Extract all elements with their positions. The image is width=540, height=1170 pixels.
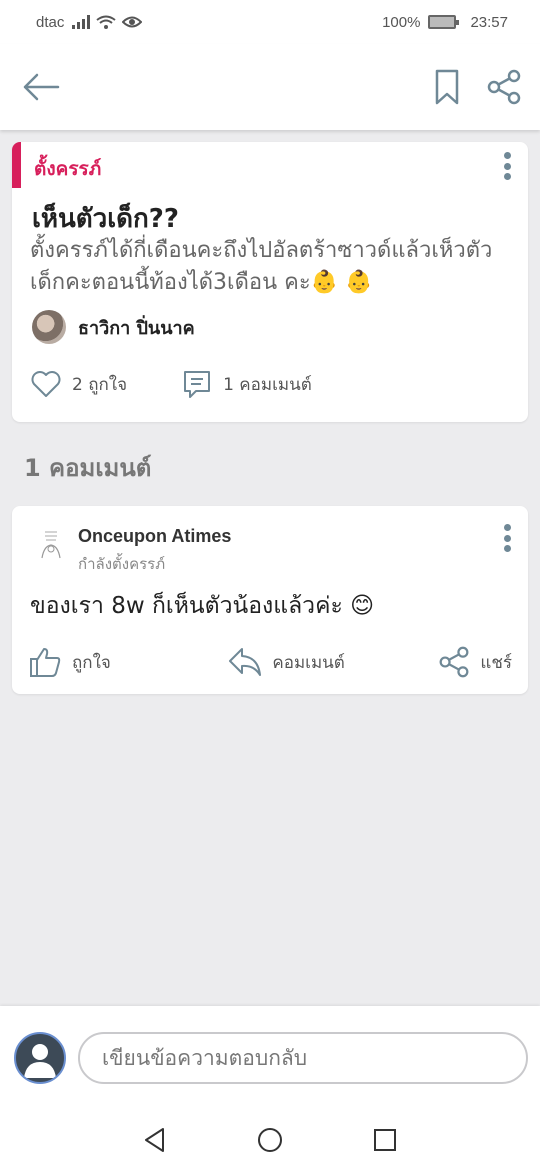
comment-card: Onceupon Atimes กำลังตั้งครรภ์ ของเรา 8w… bbox=[12, 506, 528, 694]
commenter-avatar[interactable] bbox=[32, 526, 70, 564]
author-avatar[interactable] bbox=[32, 310, 66, 344]
eye-icon bbox=[122, 16, 143, 28]
system-nav-bar bbox=[0, 1110, 540, 1170]
comment-share-label: แชร์ bbox=[480, 652, 512, 673]
heart-icon bbox=[31, 371, 61, 397]
battery-percent: 100% bbox=[382, 13, 421, 31]
home-circle-icon[interactable] bbox=[257, 1127, 283, 1153]
comment-reply-label: คอมเมนต์ bbox=[272, 652, 345, 673]
post-card: ตั้งครรภ์ เห็นตัวเด็ก?? ตั้งครรภ์ได้กี่เ… bbox=[12, 142, 528, 422]
reply-icon bbox=[229, 648, 262, 676]
signal-icon bbox=[72, 15, 91, 29]
more-dot-icon bbox=[503, 173, 511, 180]
post-stats: 2 ถูกใจ 1 คอมเมนต์ bbox=[30, 368, 312, 400]
bookmark-icon bbox=[435, 69, 459, 105]
reply-composer bbox=[0, 1006, 540, 1110]
share-icon bbox=[487, 69, 521, 105]
recents-square-icon[interactable] bbox=[373, 1128, 397, 1152]
thumbs-up-icon bbox=[30, 648, 61, 677]
commenter-status: กำลังตั้งครรภ์ bbox=[78, 555, 166, 573]
more-dot-icon bbox=[503, 524, 511, 531]
share-icon bbox=[439, 646, 469, 678]
my-avatar[interactable] bbox=[14, 1032, 66, 1084]
back-button[interactable] bbox=[22, 72, 60, 102]
more-dot-icon bbox=[503, 162, 511, 170]
arrow-left-icon bbox=[23, 73, 60, 101]
post-category[interactable]: ตั้งครรภ์ bbox=[34, 154, 101, 184]
bookmark-button[interactable] bbox=[434, 69, 460, 105]
comment-like-button[interactable]: ถูกใจ bbox=[28, 646, 111, 678]
reply-input[interactable] bbox=[78, 1032, 528, 1084]
like-count: 2 ถูกใจ bbox=[72, 374, 128, 395]
commenter-name[interactable]: Onceupon Atimes bbox=[78, 526, 231, 547]
post-author[interactable]: ธาวิกา ปิ่นนาค bbox=[32, 310, 195, 344]
comment-bubble-icon bbox=[184, 371, 211, 398]
comments-section-title: 1 คอมเมนต์ bbox=[24, 454, 152, 482]
post-title: เห็นตัวเด็ก?? bbox=[32, 204, 179, 234]
status-bar: dtac 100% 23:57 bbox=[0, 0, 540, 44]
post-body: ตั้งครรภ์ได้กี่เดือนคะถึงไปอัลตร้าซาวด์แ… bbox=[30, 238, 493, 295]
more-dot-icon bbox=[503, 152, 511, 159]
app-bar bbox=[0, 44, 540, 130]
clock: 23:57 bbox=[470, 13, 508, 31]
post-more-button[interactable] bbox=[502, 152, 512, 180]
back-triangle-icon[interactable] bbox=[143, 1127, 167, 1153]
share-button[interactable] bbox=[486, 69, 522, 105]
category-accent bbox=[12, 142, 21, 188]
like-stat[interactable]: 2 ถูกใจ bbox=[30, 370, 127, 398]
wifi-icon bbox=[96, 15, 116, 29]
more-dot-icon bbox=[503, 545, 511, 552]
comment-count: 1 คอมเมนต์ bbox=[223, 374, 312, 395]
comment-stat[interactable]: 1 คอมเมนต์ bbox=[181, 368, 312, 400]
comment-reply-button[interactable]: คอมเมนต์ bbox=[228, 646, 345, 678]
user-icon bbox=[24, 1044, 56, 1078]
carrier-label: dtac bbox=[36, 13, 65, 31]
author-name[interactable]: ธาวิกา ปิ่นนาค bbox=[78, 313, 195, 342]
comment-like-label: ถูกใจ bbox=[72, 652, 111, 673]
sketch-avatar-icon bbox=[41, 531, 61, 559]
comment-share-button[interactable]: แชร์ bbox=[438, 646, 512, 678]
comment-actions: ถูกใจ คอมเมนต์ แชร์ bbox=[28, 646, 512, 678]
comment-more-button[interactable] bbox=[502, 524, 512, 552]
battery-icon bbox=[428, 15, 460, 29]
more-dot-icon bbox=[503, 534, 511, 542]
comment-text: ของเรา 8w ก็เห็นตัวน้องแล้วค่ะ 😊 bbox=[30, 593, 375, 619]
